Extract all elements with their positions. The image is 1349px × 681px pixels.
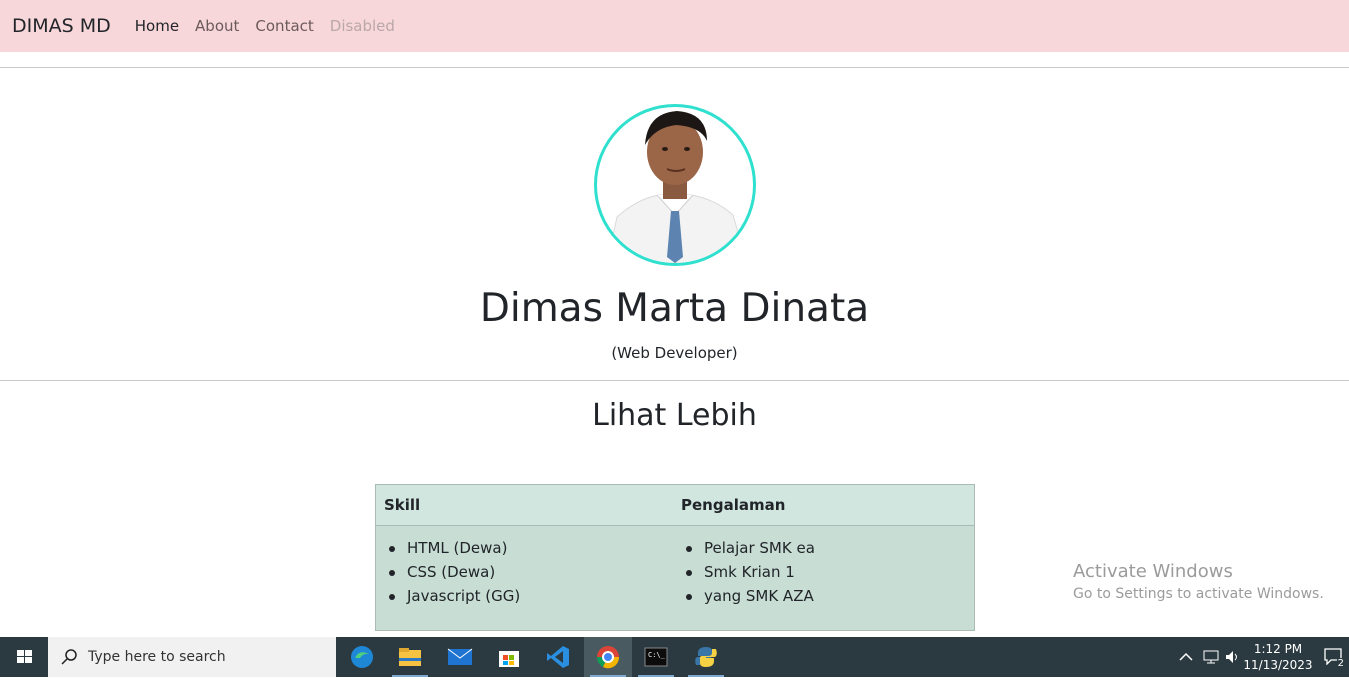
notification-count: 2 [1336,658,1345,669]
search-icon [61,649,77,665]
chevron-up-icon[interactable] [1179,652,1193,662]
search-placeholder: Type here to search [88,649,226,665]
list-item: yang SMK AZA [673,584,815,608]
network-icon[interactable] [1202,649,1220,665]
volume-icon[interactable] [1224,649,1240,665]
profile-photo [606,111,748,263]
notification-center-icon[interactable]: 2 [1323,647,1345,669]
edge-icon[interactable] [338,637,386,677]
activate-windows-watermark: Activate Windows Go to Settings to activ… [1073,561,1324,602]
mail-icon[interactable] [436,637,484,677]
windows-icon [17,650,32,663]
watermark-subtitle: Go to Settings to activate Windows. [1073,586,1324,602]
nav-link-about[interactable]: About [195,17,239,35]
nav-link-disabled: Disabled [329,17,395,35]
chrome-icon[interactable] [584,637,632,677]
list-item: HTML (Dewa) [376,536,520,560]
nav-link-home[interactable]: Home [135,17,179,35]
file-explorer-icon[interactable] [386,637,434,677]
start-button[interactable] [0,637,48,677]
experience-list: Pelajar SMK ea Smk Krian 1 yang SMK AZA [673,536,815,608]
profile-name: Dimas Marta Dinata [479,286,870,331]
nav-link-contact[interactable]: Contact [255,17,313,35]
avatar [594,104,756,266]
watermark-title: Activate Windows [1073,561,1233,582]
vscode-icon[interactable] [534,637,582,677]
clock-date: 11/13/2023 [1243,658,1313,672]
python-icon[interactable] [682,637,730,677]
svg-text:C:\_: C:\_ [648,651,666,659]
navbar: DIMAS MD Home About Contact Disabled [0,0,1349,52]
header-pengalaman: Pengalaman [681,496,786,514]
taskbar: Type here to search C:\_ 1:12 PM 11/13/2… [0,637,1349,677]
divider [0,380,1349,381]
header-skill: Skill [384,496,421,514]
list-item: CSS (Dewa) [376,560,520,584]
divider [0,67,1349,68]
list-item: Pelajar SMK ea [673,536,815,560]
table-header-row: Skill Pengalaman [376,485,974,526]
taskbar-search[interactable]: Type here to search [48,637,336,677]
section-title: Lihat Lebih [592,398,757,433]
terminal-icon[interactable]: C:\_ [632,637,680,677]
clock-time: 1:12 PM [1253,642,1303,656]
list-item: Javascript (GG) [376,584,520,608]
info-table: Skill Pengalaman HTML (Dewa) CSS (Dewa) … [375,484,975,631]
system-tray: 1:12 PM 11/13/2023 2 [1169,637,1349,677]
profile-role: (Web Developer) [611,344,738,362]
navbar-brand[interactable]: DIMAS MD [12,15,111,37]
list-item: Smk Krian 1 [673,560,815,584]
store-icon[interactable] [485,637,533,677]
skill-list: HTML (Dewa) CSS (Dewa) Javascript (GG) [376,536,520,608]
clock[interactable]: 1:12 PM 11/13/2023 [1243,641,1313,673]
